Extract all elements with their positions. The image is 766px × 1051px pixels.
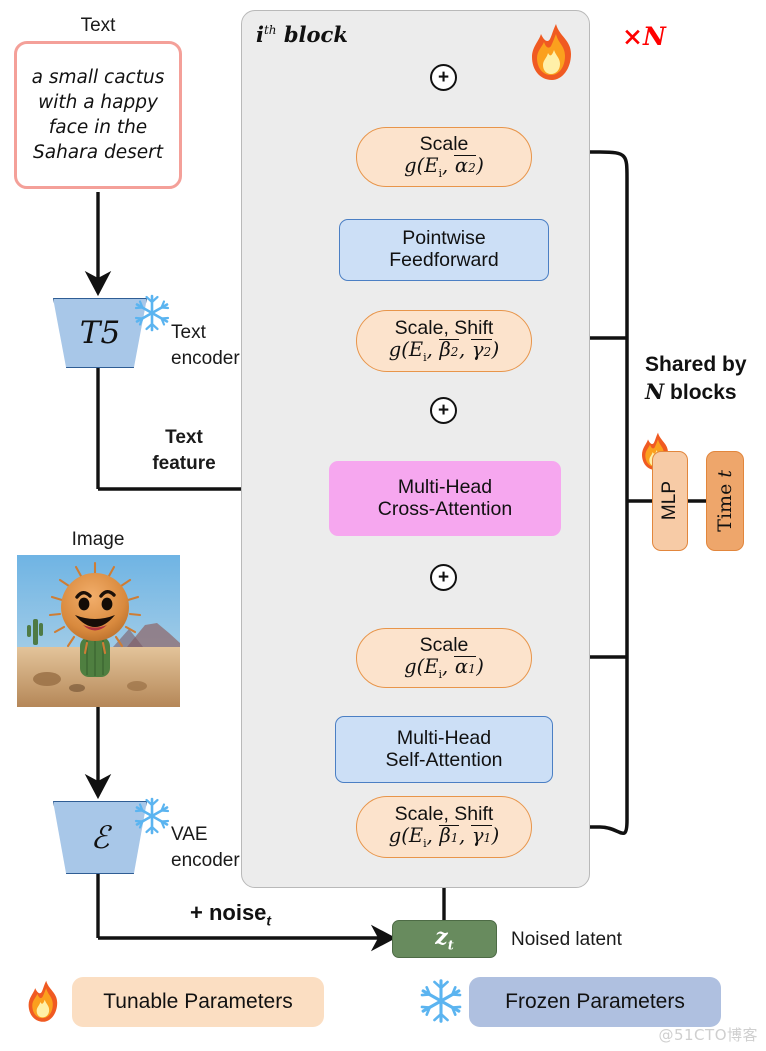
node-scale-shift-2: Scale, Shift g(Ei, β2, γ2) [356, 310, 532, 372]
mlp-box: MLP [652, 451, 688, 551]
text-encoder-label: Text encoder [171, 322, 240, 369]
snowflake-icon [134, 294, 170, 332]
node-ff-line1: Pointwise [402, 227, 486, 250]
node-cross-attention: Multi-Head Cross-Attention [329, 461, 561, 536]
prompt-card: a small cactus with a happy face in the … [14, 41, 182, 189]
noise-label: + noiset [190, 900, 272, 929]
mlp-label: MLP [659, 481, 680, 521]
snowflake-icon [134, 797, 170, 835]
node-scale-shift-1: Scale, Shift g(Ei, β1, γ1) [356, 796, 532, 858]
legend-frozen-label: Frozen Parameters [505, 990, 685, 1013]
residual-add-2: + [430, 397, 457, 424]
prompt-text: a small cactus with a happy face in the … [31, 66, 165, 164]
node-scale-2-title: Scale [419, 132, 469, 155]
node-scale-2-formula: g(Ei, α2) [404, 154, 484, 181]
node-scale-1: Scale g(Ei, α1) [356, 628, 532, 688]
node-scale-shift-1-title: Scale, Shift [394, 802, 494, 825]
block-title: ith block [256, 22, 348, 47]
node-pointwise-feedforward: Pointwise Feedforward [339, 219, 549, 281]
residual-add-1: + [430, 564, 457, 591]
node-scale-shift-2-title: Scale, Shift [394, 316, 494, 339]
node-self-attention-line2: Self-Attention [385, 748, 503, 771]
text-caption: Text [80, 15, 116, 36]
node-scale-1-title: Scale [419, 633, 469, 656]
node-self-attention-line1: Multi-Head [396, 726, 492, 749]
image-caption: Image [71, 529, 125, 550]
legend-tunable-chip: Tunable Parameters [72, 977, 324, 1027]
legend-tunable-label: Tunable Parameters [103, 990, 293, 1013]
snowflake-icon [420, 979, 462, 1023]
time-box: Time t [706, 451, 744, 551]
shared-by-n-blocks-label: Shared by N blocks [645, 353, 747, 404]
node-scale-shift-2-formula: g(Ei, β2, γ2) [388, 338, 500, 365]
noised-latent-caption: Noised latent [511, 929, 622, 950]
watermark: @51CTO博客 [658, 1026, 758, 1044]
text-feature-label: Text feature [152, 427, 216, 474]
flame-icon [28, 980, 58, 1022]
node-scale-shift-1-formula: g(Ei, β1, γ1) [388, 824, 500, 851]
time-label: Time t [714, 470, 736, 532]
vae-encoder-symbol: ℰ [90, 819, 110, 856]
node-self-attention: Multi-Head Self-Attention [335, 716, 553, 783]
legend-frozen-chip: Frozen Parameters [469, 977, 721, 1027]
node-cross-attention-line2: Cross-Attention [377, 497, 513, 520]
cactus-image [17, 555, 180, 707]
node-scale-2: Scale g(Ei, α2) [356, 127, 532, 187]
node-cross-attention-line1: Multi-Head [397, 475, 493, 498]
noised-latent-symbol: zt [435, 924, 454, 954]
noised-latent-box: zt [392, 920, 497, 958]
repeat-count-label: ×N [622, 22, 666, 51]
vae-encoder-label: VAE encoder [171, 824, 240, 871]
text-encoder-symbol: T5 [79, 315, 121, 351]
node-scale-1-formula: g(Ei, α1) [404, 655, 484, 682]
flame-icon [532, 24, 571, 80]
node-ff-line2: Feedforward [389, 249, 499, 271]
residual-add-3: + [430, 64, 457, 91]
